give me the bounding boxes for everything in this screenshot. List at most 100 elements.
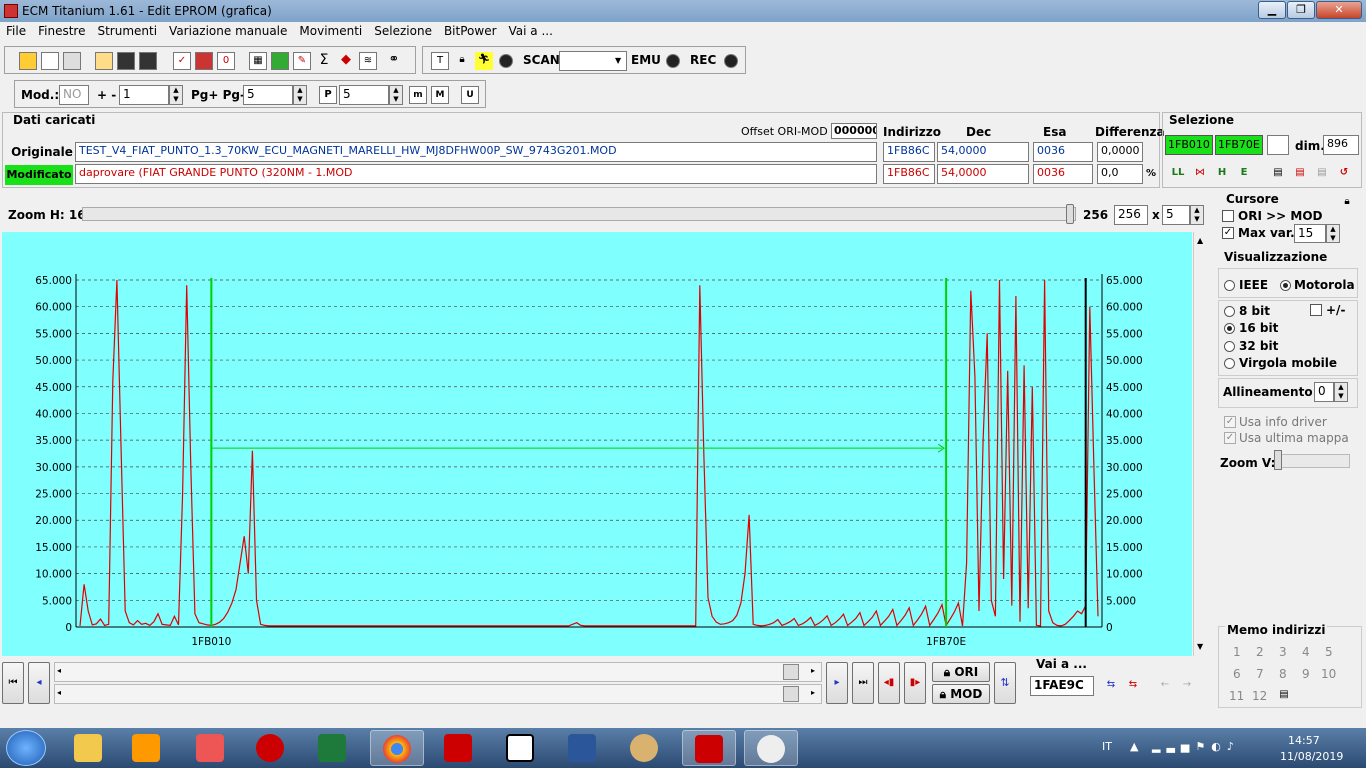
forward-arrow-icon[interactable]: → (1178, 677, 1196, 695)
memo-11[interactable]: 11 (1229, 689, 1244, 703)
menu-movimenti[interactable]: Movimenti (293, 22, 368, 42)
zoom-h-handle[interactable] (1066, 204, 1074, 224)
m-upper-icon[interactable]: M (431, 86, 449, 104)
p-input[interactable]: 5 (339, 85, 389, 105)
max-var-input[interactable]: 15 (1294, 224, 1326, 243)
u-icon[interactable]: U (461, 86, 479, 104)
hscroll-ori-right-icon[interactable]: ▸ (811, 666, 815, 675)
close-button[interactable]: ✕ (1316, 1, 1362, 19)
tray-icons[interactable]: ▂▃▅⚑◐♪ (1152, 740, 1240, 753)
next-button[interactable]: ▸ (826, 662, 848, 704)
usa-mappa-checkbox[interactable]: ✓ (1224, 432, 1236, 444)
memo-7[interactable]: 7 (1256, 667, 1264, 681)
memo-6[interactable]: 6 (1233, 667, 1241, 681)
zoom-mult-spinner[interactable]: ▲ ▼ (1190, 205, 1204, 225)
goto-ori-icon[interactable]: ⇆ (1102, 677, 1120, 695)
zoom-value-b[interactable]: 256 (1114, 205, 1148, 225)
ieee-radio[interactable] (1224, 280, 1235, 291)
usa-info-checkbox[interactable]: ✓ (1224, 416, 1236, 428)
menu-strumenti[interactable]: Strumenti (91, 22, 163, 42)
menu-file[interactable]: File (0, 22, 32, 42)
zoom-v-slider[interactable] (1274, 454, 1350, 468)
memo-10[interactable]: 10 (1321, 667, 1336, 681)
tray-arrow-icon[interactable]: ▲ (1130, 740, 1138, 753)
hscroll-ori[interactable]: ◂ ▸ (54, 662, 822, 682)
memo-12[interactable]: 12 (1252, 689, 1267, 703)
next-diff-button[interactable]: ▮▸ (904, 662, 926, 704)
calc-icon[interactable] (271, 52, 289, 70)
graph-chart[interactable]: 0 0 5.000 5.000 10.000 10.000 15.000 15.000 20.0… (2, 232, 1192, 656)
scroll-up-icon[interactable]: ▲ (1197, 236, 1203, 245)
text-icon[interactable]: T (431, 52, 449, 70)
menu-finestre[interactable]: Finestre (32, 22, 91, 42)
graph-area[interactable]: 0 0 5.000 5.000 10.000 10.000 15.000 15.000 20.0… (2, 232, 1192, 656)
hscroll-mod-thumb[interactable] (783, 686, 799, 702)
bit32-radio[interactable] (1224, 341, 1235, 352)
motorola-radio[interactable] (1280, 280, 1291, 291)
bit8-radio[interactable] (1224, 306, 1235, 317)
sel-h-icon[interactable]: H (1213, 165, 1231, 183)
task-7zip[interactable] (494, 730, 548, 766)
memo-4[interactable]: 4 (1302, 645, 1310, 659)
save-icon[interactable] (117, 52, 135, 70)
edit-icon[interactable]: ✎ (293, 52, 311, 70)
vai-a-input[interactable]: 1FAE9C (1030, 676, 1094, 696)
task-media[interactable] (120, 730, 174, 766)
rec-dot-icon[interactable] (724, 54, 738, 68)
allineamento-input[interactable]: 0 (1314, 382, 1334, 402)
zero-icon[interactable]: 0 (217, 52, 235, 70)
pg-input[interactable]: 5 (243, 85, 293, 105)
arrow-icon[interactable]: ◆ (337, 52, 355, 70)
maximize-button[interactable]: ❐ (1287, 1, 1315, 19)
plusminus-input[interactable]: 1 (119, 85, 169, 105)
sel-delete-icon[interactable]: ▤ (1291, 165, 1309, 183)
hscroll-mod[interactable]: ◂ ▸ (54, 684, 822, 704)
bit16-radio[interactable] (1224, 323, 1235, 334)
virgola-radio[interactable] (1224, 358, 1235, 369)
plusminus-spinner[interactable]: ▲ ▼ (169, 85, 183, 105)
max-var-spinner[interactable]: ▲ ▼ (1326, 224, 1340, 243)
prev-button[interactable]: ◂ (28, 662, 50, 704)
menu-vai-a[interactable]: Vai a ... (503, 22, 559, 42)
save-as-icon[interactable] (139, 52, 157, 70)
hscroll-mod-right-icon[interactable]: ▸ (811, 688, 815, 697)
prev-diff-button[interactable]: ◂▮ (878, 662, 900, 704)
runner-icon[interactable]: 🏃︎ (475, 52, 493, 70)
modificato-differenza[interactable]: 0,0 (1097, 164, 1143, 184)
sum-icon[interactable]: Σ (315, 52, 333, 70)
home-icon[interactable] (19, 52, 37, 70)
memo-3[interactable]: 3 (1279, 645, 1287, 659)
record-dot-icon[interactable] (499, 54, 513, 68)
task-chrome[interactable] (370, 730, 424, 766)
mod-button[interactable]: 🔒︎ MOD (932, 684, 990, 704)
menu-variazione-manuale[interactable]: Variazione manuale (163, 22, 293, 42)
task-paint[interactable] (618, 730, 672, 766)
task-ecm[interactable] (432, 730, 486, 766)
memo-1[interactable]: 1 (1233, 645, 1241, 659)
check-icon[interactable]: ✓ (173, 52, 191, 70)
page-icon[interactable] (63, 52, 81, 70)
p-icon[interactable]: P (319, 86, 337, 104)
compare-icon[interactable] (195, 52, 213, 70)
hscroll-ori-left-icon[interactable]: ◂ (57, 666, 61, 675)
task-explorer[interactable] (62, 730, 116, 766)
emu-dot-icon[interactable] (666, 54, 680, 68)
ori-button[interactable]: 🔒︎ ORI (932, 662, 990, 682)
sel-left-icon[interactable]: LL (1169, 165, 1187, 183)
max-var-checkbox[interactable]: ✓ (1222, 227, 1234, 239)
p-spinner[interactable]: ▲ ▼ (389, 85, 403, 105)
menu-bitpower[interactable]: BitPower (438, 22, 503, 42)
task-infinity[interactable] (744, 730, 798, 766)
memo-8[interactable]: 8 (1279, 667, 1287, 681)
task-office[interactable] (184, 730, 238, 766)
task-excel[interactable] (306, 730, 360, 766)
start-button[interactable] (6, 730, 46, 766)
cursor-lock-icon[interactable]: 🔒︎ (1338, 194, 1356, 212)
task-ruby[interactable] (244, 730, 298, 766)
lock-icon[interactable]: 🔒︎ (453, 52, 471, 70)
back-arrow-icon[interactable]: ← (1156, 677, 1174, 695)
menu-selezione[interactable]: Selezione (368, 22, 438, 42)
open-folder-icon[interactable] (95, 52, 113, 70)
modificato-file[interactable]: daprovare (FIAT GRANDE PUNTO (320NM - 1.… (75, 164, 877, 184)
hscroll-mod-left-icon[interactable]: ◂ (57, 688, 61, 697)
